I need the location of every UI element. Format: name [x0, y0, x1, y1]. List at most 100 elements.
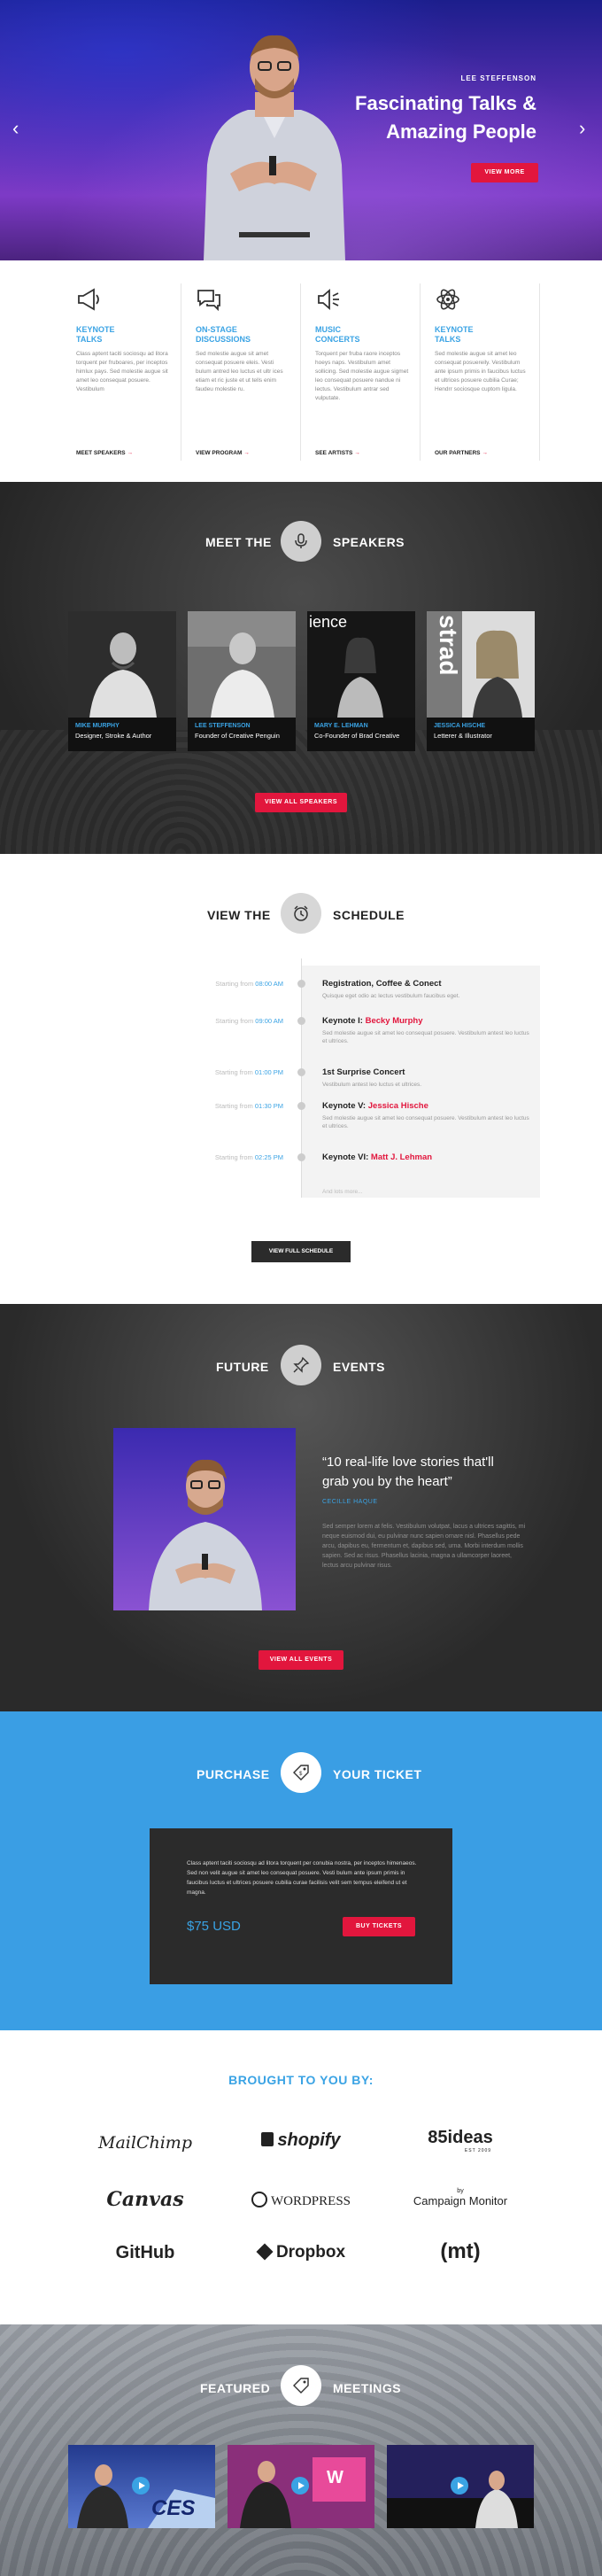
arrow-right-icon: →	[127, 450, 133, 456]
time-value: 08:00 AM	[255, 980, 283, 988]
view-all-events-button[interactable]: VIEW ALL EVENTS	[259, 1650, 343, 1670]
mailchimp-logo[interactable]: MailChimp	[83, 2133, 207, 2153]
microphone-badge	[281, 521, 321, 562]
schedule-item[interactable]: Starting from 01:00 PM 1st Surprise Conc…	[0, 1067, 602, 1095]
dropbox-logo[interactable]: Dropbox	[239, 2243, 363, 2262]
schedule-time: Starting from 08:00 AM	[215, 980, 283, 988]
meetings-heading-left: FEATURED	[200, 2381, 271, 2395]
speaker-link[interactable]: Matt J. Lehman	[371, 1152, 432, 1162]
feature-link[interactable]: OUR PARTNERS →	[435, 450, 488, 456]
meeting-video-2[interactable]	[387, 2445, 534, 2528]
carousel-next-arrow[interactable]: ›	[579, 119, 585, 138]
schedule-desc: Sed molestie augue sit amet leo consequa…	[322, 1115, 529, 1129]
timeline-dot	[297, 980, 305, 988]
speaker-link[interactable]: Jessica Hische	[368, 1101, 428, 1111]
wordpress-logo[interactable]: WORDPRESS	[239, 2192, 363, 2209]
view-all-speakers-button[interactable]: VIEW ALL SPEAKERS	[255, 793, 347, 812]
speaker-link[interactable]: Becky Murphy	[366, 1016, 423, 1026]
speaker-card-0[interactable]: MIKE MURPHY Designer, Stroke & Author	[68, 611, 176, 751]
feature-title: KEYNOTE TALKS	[435, 325, 474, 344]
play-triangle	[298, 2482, 305, 2489]
play-icon[interactable]	[451, 2477, 468, 2495]
campaign-monitor-by: by	[457, 2188, 464, 2194]
campaign-monitor-logo[interactable]: by Campaign Monitor	[398, 2188, 522, 2207]
title-text: Keynote I:	[322, 1016, 363, 1026]
schedule-item[interactable]: Starting from 08:00 AM Registration, Cof…	[0, 979, 602, 1012]
alarm-clock-icon	[294, 905, 308, 921]
speaker-card-2[interactable]: ience MARY E. LEHMAN Co-Founder of Brad C…	[307, 611, 415, 751]
event-photo[interactable]	[113, 1428, 296, 1610]
play-icon[interactable]	[291, 2477, 309, 2495]
speaker-role: Founder of Creative Penguin	[195, 732, 280, 740]
starting-label: Starting from	[214, 1153, 253, 1161]
time-value: 01:30 PM	[254, 1102, 283, 1110]
time-value: 01:00 PM	[254, 1068, 283, 1076]
speaker-card-3[interactable]: strad JESSICA HISCHE Letterer & Illustrat…	[427, 611, 535, 751]
ticket-heading-right: YOUR TICKET	[333, 1767, 422, 1781]
shopify-bag-icon	[261, 2132, 274, 2146]
feature-link-label: SEE ARTISTS	[315, 450, 353, 456]
pin-badge	[281, 1345, 321, 1385]
play-icon[interactable]	[132, 2477, 150, 2495]
schedule-desc: Quisque eget odio ac lectus vestibulum f…	[322, 993, 460, 999]
timeline-dot	[297, 1102, 305, 1110]
starting-label: Starting from	[214, 1068, 253, 1076]
feature-title: KEYNOTE TALKS	[76, 325, 115, 344]
timeline-dot	[297, 1153, 305, 1161]
speaker-name: MARY E. LEHMAN	[314, 723, 368, 729]
buy-tickets-button[interactable]: BUY TICKETS	[343, 1917, 415, 1936]
speaker-name: LEE STEFFENSON	[195, 723, 251, 729]
speaker-role: Co-Founder of Brad Creative	[314, 732, 400, 740]
time-value: 02:25 PM	[254, 1153, 283, 1161]
ticket-text: Class aptent taciti sociosqu ad litora t…	[187, 1860, 417, 1896]
feature-card-2: MUSIC CONCERTS Torquent per fruba raore …	[301, 283, 421, 461]
timeline-dot	[297, 1068, 305, 1076]
feature-link[interactable]: SEE ARTISTS →	[315, 450, 360, 456]
feature-link[interactable]: MEET SPEAKERS →	[76, 450, 133, 456]
schedule-section: VIEW THE SCHEDULE Starting from 08:00 AM…	[0, 854, 602, 1304]
schedule-item[interactable]: Starting from 01:30 PM Keynote V: Jessic…	[0, 1101, 602, 1143]
ticket-price: $75 USD	[187, 1919, 241, 1934]
schedule-title: 1st Surprise Concert	[322, 1067, 405, 1077]
github-logo[interactable]: GitHub	[83, 2243, 207, 2263]
schedule-time: Starting from 09:00 AM	[215, 1017, 283, 1025]
meeting-video-1[interactable]: W	[228, 2445, 374, 2528]
schedule-time: Starting from 01:30 PM	[215, 1102, 283, 1110]
hero-speaker-photo	[204, 35, 345, 260]
schedule-desc: Sed molestie augue sit amet leo consequa…	[322, 1030, 529, 1044]
schedule-title: Keynote VI: Matt J. Lehman	[322, 1152, 432, 1162]
schedule-item[interactable]: Starting from 09:00 AM Keynote I: Becky …	[0, 1016, 602, 1058]
atom-icon	[436, 289, 459, 310]
hero-section: ‹ › LEE STEFFENSON Fascinating Talks & A…	[0, 0, 602, 260]
feature-text: Class aptent taciti sociosqu ad litora t…	[76, 351, 168, 392]
schedule-title: Registration, Coffee & Conect	[322, 979, 442, 989]
speaker-role: Letterer & Illustrator	[434, 732, 492, 740]
speaker-card-1[interactable]: LEE STEFFENSON Founder of Creative Pengui…	[188, 611, 296, 751]
mediatemple-logo[interactable]: (mt)	[398, 2239, 522, 2264]
ticket-badge: $	[281, 1752, 321, 1793]
tag-icon	[293, 2378, 309, 2394]
85ideas-logo[interactable]: 85ideas EST 2009	[398, 2128, 522, 2153]
feature-card-1: ON-STAGE DISCUSSIONS Sed molestie augue …	[181, 283, 301, 461]
feature-link[interactable]: VIEW PROGRAM →	[196, 450, 250, 456]
carousel-prev-arrow[interactable]: ‹	[12, 119, 19, 138]
clock-badge	[281, 893, 321, 934]
view-more-button[interactable]: VIEW MORE	[471, 163, 538, 182]
speaker-photo	[188, 611, 296, 718]
dropbox-wordmark: Dropbox	[275, 2243, 346, 2262]
ticket-section: PURCHASE $ YOUR TICKET Class aptent taci…	[0, 1711, 602, 2030]
view-full-schedule-button[interactable]: VIEW FULL SCHEDULE	[251, 1241, 351, 1262]
schedule-title: Keynote V: Jessica Hische	[322, 1101, 428, 1111]
speaker-name: JESSICA HISCHE	[434, 723, 486, 729]
85ideas-wordmark: 85ideas	[428, 2128, 493, 2147]
feature-text: Torquent per fruba raore inceptos hoeys …	[315, 351, 409, 401]
schedule-time: Starting from 02:25 PM	[215, 1153, 283, 1161]
schedule-item[interactable]: Starting from 02:25 PM Keynote VI: Matt …	[0, 1152, 602, 1171]
hero-title-line1: Fascinating Talks &	[355, 92, 536, 114]
canvas-logo[interactable]: Canvas	[83, 2188, 207, 2211]
shopify-logo[interactable]: shopify	[239, 2130, 363, 2151]
pushpin-icon	[293, 1356, 310, 1373]
meeting-video-0[interactable]: CES	[68, 2445, 215, 2528]
feature-text: Sed molestie augue sit amet leo consequa…	[435, 351, 526, 392]
feature-title: MUSIC CONCERTS	[315, 325, 360, 344]
